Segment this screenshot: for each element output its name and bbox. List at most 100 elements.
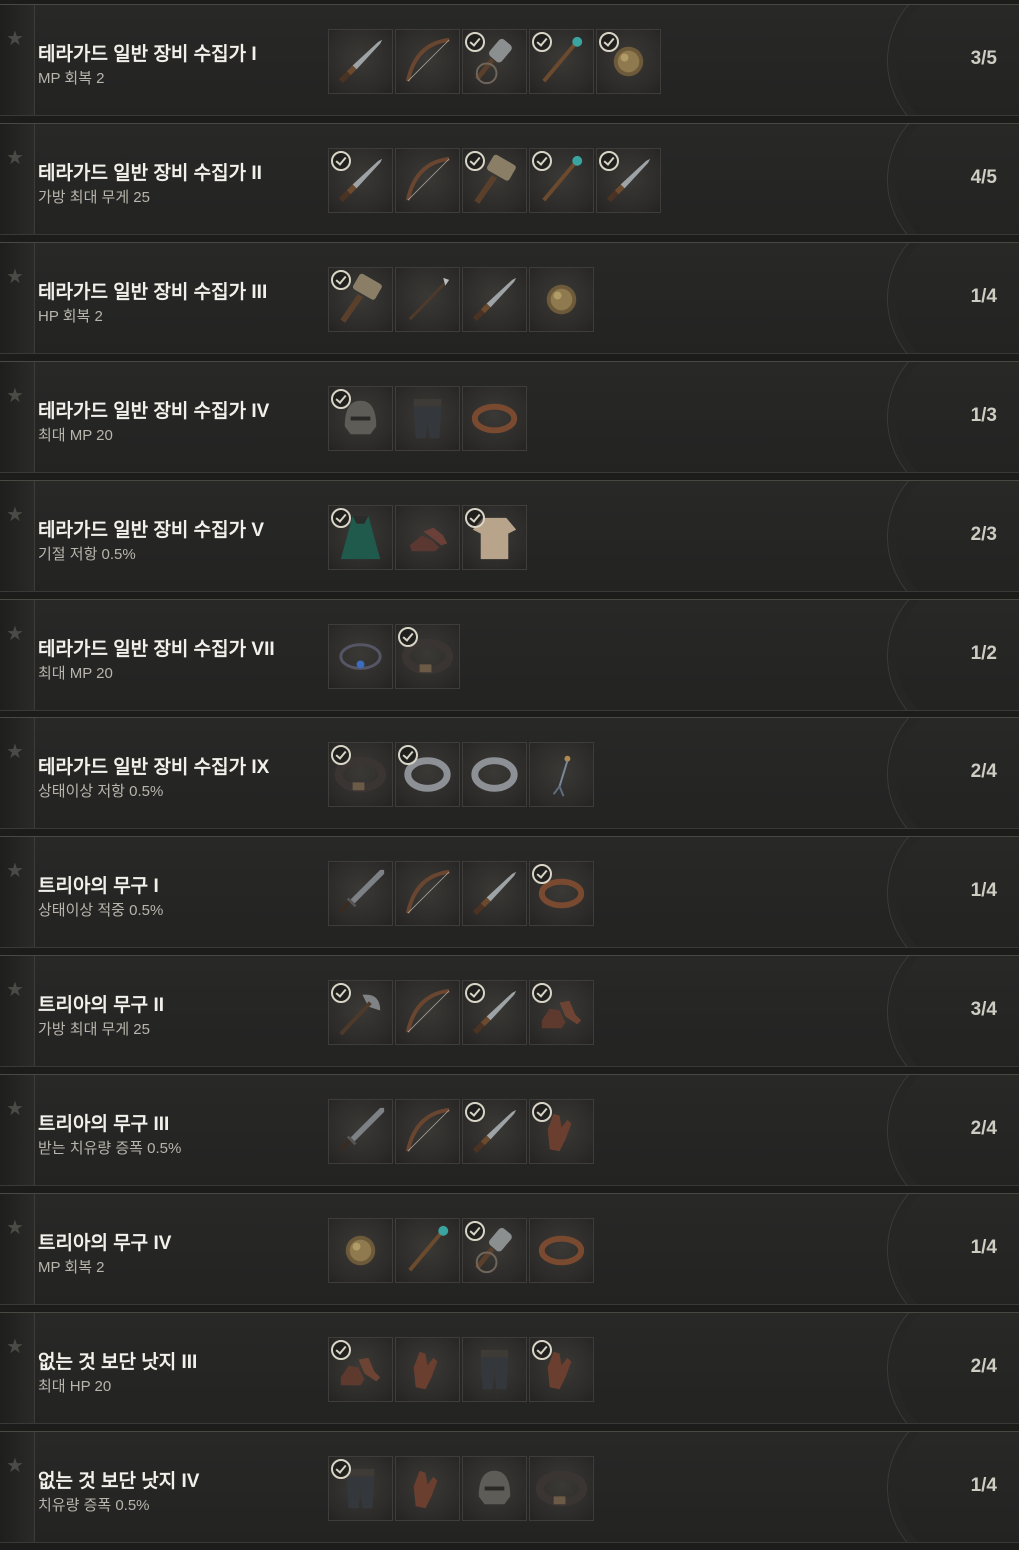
item-slot[interactable] — [462, 1337, 527, 1402]
collection-row[interactable]: ★ 없는 것 보단 낫지 IV 치유량 증폭 0.5% 1/4 — [0, 1431, 1019, 1543]
item-slot[interactable] — [462, 1218, 527, 1283]
collection-title: 테라가드 일반 장비 수집가 I — [38, 44, 257, 65]
item-slot[interactable] — [529, 1099, 594, 1164]
item-slot[interactable] — [395, 386, 460, 451]
item-slot[interactable] — [328, 29, 393, 94]
item-slot[interactable] — [395, 1456, 460, 1521]
collected-check-icon — [465, 983, 485, 1003]
item-slot[interactable] — [462, 267, 527, 332]
star-icon[interactable]: ★ — [4, 1216, 26, 1238]
ring-icon — [463, 743, 526, 806]
spear-icon — [396, 268, 459, 331]
collection-row[interactable]: ★ 트리아의 무구 III 받는 치유량 증폭 0.5% 2/4 — [0, 1074, 1019, 1186]
item-slot[interactable] — [462, 1099, 527, 1164]
item-slot[interactable] — [395, 148, 460, 213]
item-slot[interactable] — [529, 1456, 594, 1521]
star-icon[interactable]: ★ — [4, 1335, 26, 1357]
item-slot[interactable] — [395, 624, 460, 689]
item-slot[interactable] — [395, 505, 460, 570]
item-slot[interactable] — [395, 267, 460, 332]
item-slot[interactable] — [462, 29, 527, 94]
item-slot[interactable] — [462, 742, 527, 807]
item-slot[interactable] — [529, 1218, 594, 1283]
star-icon[interactable]: ★ — [4, 1454, 26, 1476]
collection-row[interactable]: ★ 테라가드 일반 장비 수집가 V 기절 저항 0.5% 2/3 — [0, 480, 1019, 592]
pants-icon — [396, 387, 459, 450]
item-slot[interactable] — [529, 148, 594, 213]
collection-title: 없는 것 보단 낫지 IV — [38, 1471, 200, 1492]
item-slot[interactable] — [529, 742, 594, 807]
item-slot[interactable] — [328, 1456, 393, 1521]
item-slot[interactable] — [395, 1337, 460, 1402]
item-slot[interactable] — [328, 1099, 393, 1164]
item-slots — [328, 1337, 594, 1402]
item-slot[interactable] — [529, 861, 594, 926]
star-icon[interactable]: ★ — [4, 503, 26, 525]
item-slot[interactable] — [328, 386, 393, 451]
item-slot[interactable] — [462, 861, 527, 926]
collected-check-icon — [331, 1459, 351, 1479]
collection-row[interactable]: ★ 테라가드 일반 장비 수집가 II 가방 최대 무게 25 4/5 — [0, 123, 1019, 235]
item-slot[interactable] — [328, 861, 393, 926]
item-slot[interactable] — [462, 148, 527, 213]
star-icon[interactable]: ★ — [4, 740, 26, 762]
collection-bonus: 받는 치유량 증폭 0.5% — [38, 1140, 182, 1157]
collection-progress: 3/4 — [970, 999, 997, 1020]
item-slots — [328, 267, 594, 332]
item-slot[interactable] — [462, 505, 527, 570]
star-icon[interactable]: ★ — [4, 146, 26, 168]
item-slot[interactable] — [529, 267, 594, 332]
collected-check-icon — [465, 1221, 485, 1241]
collection-row[interactable]: ★ 테라가드 일반 장비 수집가 III HP 회복 2 1/4 — [0, 242, 1019, 354]
item-slot[interactable] — [395, 1218, 460, 1283]
item-slot[interactable] — [328, 742, 393, 807]
collection-list: ★ 테라가드 일반 장비 수집가 I MP 회복 2 3/5 ★ 테라가드 일반 장비 수… — [0, 0, 1019, 1550]
collection-row[interactable]: ★ 없는 것 보단 낫지 III 최대 HP 20 2/4 — [0, 1312, 1019, 1424]
collected-check-icon — [331, 508, 351, 528]
star-icon[interactable]: ★ — [4, 27, 26, 49]
item-slot[interactable] — [462, 980, 527, 1045]
star-icon[interactable]: ★ — [4, 1097, 26, 1119]
star-icon[interactable]: ★ — [4, 384, 26, 406]
item-slot[interactable] — [328, 505, 393, 570]
dagger-icon — [329, 30, 392, 93]
collection-bonus: 최대 MP 20 — [38, 427, 113, 444]
item-slot[interactable] — [529, 1337, 594, 1402]
item-slot[interactable] — [395, 861, 460, 926]
collected-check-icon — [398, 627, 418, 647]
collection-row[interactable]: ★ 테라가드 일반 장비 수집가 IV 최대 MP 20 1/3 — [0, 361, 1019, 473]
item-slot[interactable] — [328, 624, 393, 689]
item-slot[interactable] — [328, 1218, 393, 1283]
star-icon[interactable]: ★ — [4, 622, 26, 644]
item-slot[interactable] — [395, 980, 460, 1045]
collection-row[interactable]: ★ 트리아의 무구 IV MP 회복 2 1/4 — [0, 1193, 1019, 1305]
item-slot[interactable] — [395, 742, 460, 807]
bow-icon — [396, 862, 459, 925]
shoes-icon — [396, 506, 459, 569]
item-slot[interactable] — [596, 148, 661, 213]
item-slot[interactable] — [529, 980, 594, 1045]
collection-row[interactable]: ★ 테라가드 일반 장비 수집가 IX 상태이상 저항 0.5% 2/4 — [0, 717, 1019, 829]
item-slot[interactable] — [395, 29, 460, 94]
item-slot[interactable] — [328, 267, 393, 332]
collection-row[interactable]: ★ 트리아의 무구 I 상태이상 적중 0.5% 1/4 — [0, 836, 1019, 948]
item-slot[interactable] — [529, 29, 594, 94]
collection-progress: 2/4 — [970, 761, 997, 782]
collection-row[interactable]: ★ 테라가드 일반 장비 수집가 I MP 회복 2 3/5 — [0, 4, 1019, 116]
gloves-icon — [396, 1338, 459, 1401]
collection-row[interactable]: ★ 트리아의 무구 II 가방 최대 무게 25 3/4 — [0, 955, 1019, 1067]
item-slots — [328, 1099, 594, 1164]
item-slot[interactable] — [328, 1337, 393, 1402]
item-slot[interactable] — [395, 1099, 460, 1164]
item-slot[interactable] — [462, 386, 527, 451]
star-icon[interactable]: ★ — [4, 859, 26, 881]
collection-row[interactable]: ★ 테라가드 일반 장비 수집가 VII 최대 MP 20 1/2 — [0, 599, 1019, 711]
bow-icon — [396, 1100, 459, 1163]
star-icon[interactable]: ★ — [4, 978, 26, 1000]
item-slot[interactable] — [462, 1456, 527, 1521]
collection-title: 테라가드 일반 장비 수집가 V — [38, 520, 265, 541]
item-slot[interactable] — [328, 148, 393, 213]
item-slot[interactable] — [596, 29, 661, 94]
star-icon[interactable]: ★ — [4, 265, 26, 287]
item-slot[interactable] — [328, 980, 393, 1045]
